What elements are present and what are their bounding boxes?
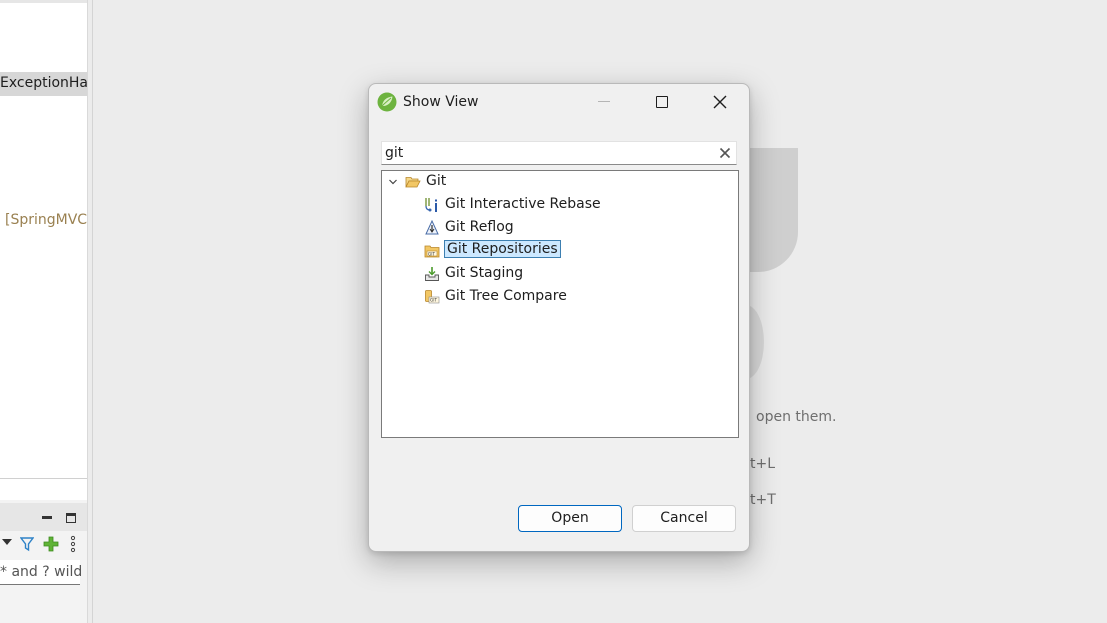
reflog-icon — [425, 220, 439, 235]
bottom-view-tabbar — [0, 503, 87, 531]
bottom-left-view: * and ? wild — [0, 500, 88, 623]
view-filter-placeholder: * and ? wild — [0, 564, 83, 580]
project-explorer-panel: ExceptionHar [SpringMVC — [0, 0, 88, 500]
editor-hint-text-3: t+T — [750, 492, 776, 508]
tree-node-git-category[interactable]: Git — [388, 171, 588, 193]
show-view-dialog: Show View Git — [368, 83, 750, 552]
git-repository-icon: GIT — [424, 245, 440, 258]
more-options-icon[interactable] — [70, 535, 76, 553]
minimize-button[interactable] — [575, 84, 633, 120]
minimize-view-icon[interactable] — [42, 516, 52, 519]
view-filter-input[interactable]: * and ? wild — [0, 560, 83, 585]
tree-node-label: Git Reflog — [445, 219, 514, 235]
tree-node-label: Git Tree Compare — [445, 288, 567, 304]
project-tree-row-selected[interactable]: ExceptionHar — [0, 72, 87, 96]
project-tree-row-label: ExceptionHar — [0, 75, 88, 91]
tree-node-git-staging[interactable]: Git Staging — [424, 263, 624, 285]
editor-hint-text-1: open them. — [756, 409, 837, 425]
svg-text:GIT: GIT — [428, 251, 435, 256]
panel-top-strip — [0, 0, 87, 3]
cancel-button[interactable]: Cancel — [632, 505, 736, 532]
close-button[interactable] — [691, 84, 749, 120]
svg-text:GIT: GIT — [430, 298, 437, 303]
dialog-title: Show View — [403, 94, 479, 110]
tree-node-label: Git Repositories — [444, 240, 561, 258]
tree-compare-icon: GIT — [425, 290, 440, 304]
add-icon[interactable] — [43, 536, 59, 552]
view-menu-caret-icon[interactable] — [2, 539, 12, 545]
filter-search-field[interactable] — [381, 141, 737, 165]
panel-divider — [0, 478, 87, 479]
search-input[interactable] — [385, 144, 705, 162]
tree-node-git-reflog[interactable]: Git Reflog — [424, 217, 624, 239]
project-tree-project-label[interactable]: [SpringMVC — [5, 212, 87, 228]
tree-node-git-tree-compare[interactable]: GIT Git Tree Compare — [424, 286, 644, 308]
maximize-view-icon[interactable] — [66, 513, 76, 523]
chevron-down-icon[interactable] — [388, 177, 398, 187]
maximize-button[interactable] — [633, 84, 691, 120]
bottom-view-toolbar — [0, 534, 87, 554]
filter-icon[interactable] — [20, 536, 34, 552]
close-icon — [713, 95, 727, 109]
dialog-titlebar[interactable]: Show View — [369, 84, 749, 120]
clear-search-icon[interactable] — [719, 147, 731, 159]
tree-node-git-interactive-rebase[interactable]: Git Interactive Rebase — [424, 194, 684, 216]
tree-node-label: Git — [426, 173, 447, 189]
tree-node-git-repositories[interactable]: GIT Git Repositories — [424, 240, 624, 262]
staging-icon — [425, 267, 439, 281]
spring-leaf-icon — [377, 92, 397, 112]
tree-node-label: Git Staging — [445, 265, 524, 281]
rebase-icon — [425, 198, 437, 212]
editor-hint-text-2: t+L — [750, 456, 776, 472]
views-tree: Git Git Interactive Rebase Git Reflog GI… — [381, 170, 739, 438]
open-folder-icon — [405, 177, 421, 188]
tree-node-label: Git Interactive Rebase — [445, 196, 601, 212]
open-button[interactable]: Open — [518, 505, 622, 532]
